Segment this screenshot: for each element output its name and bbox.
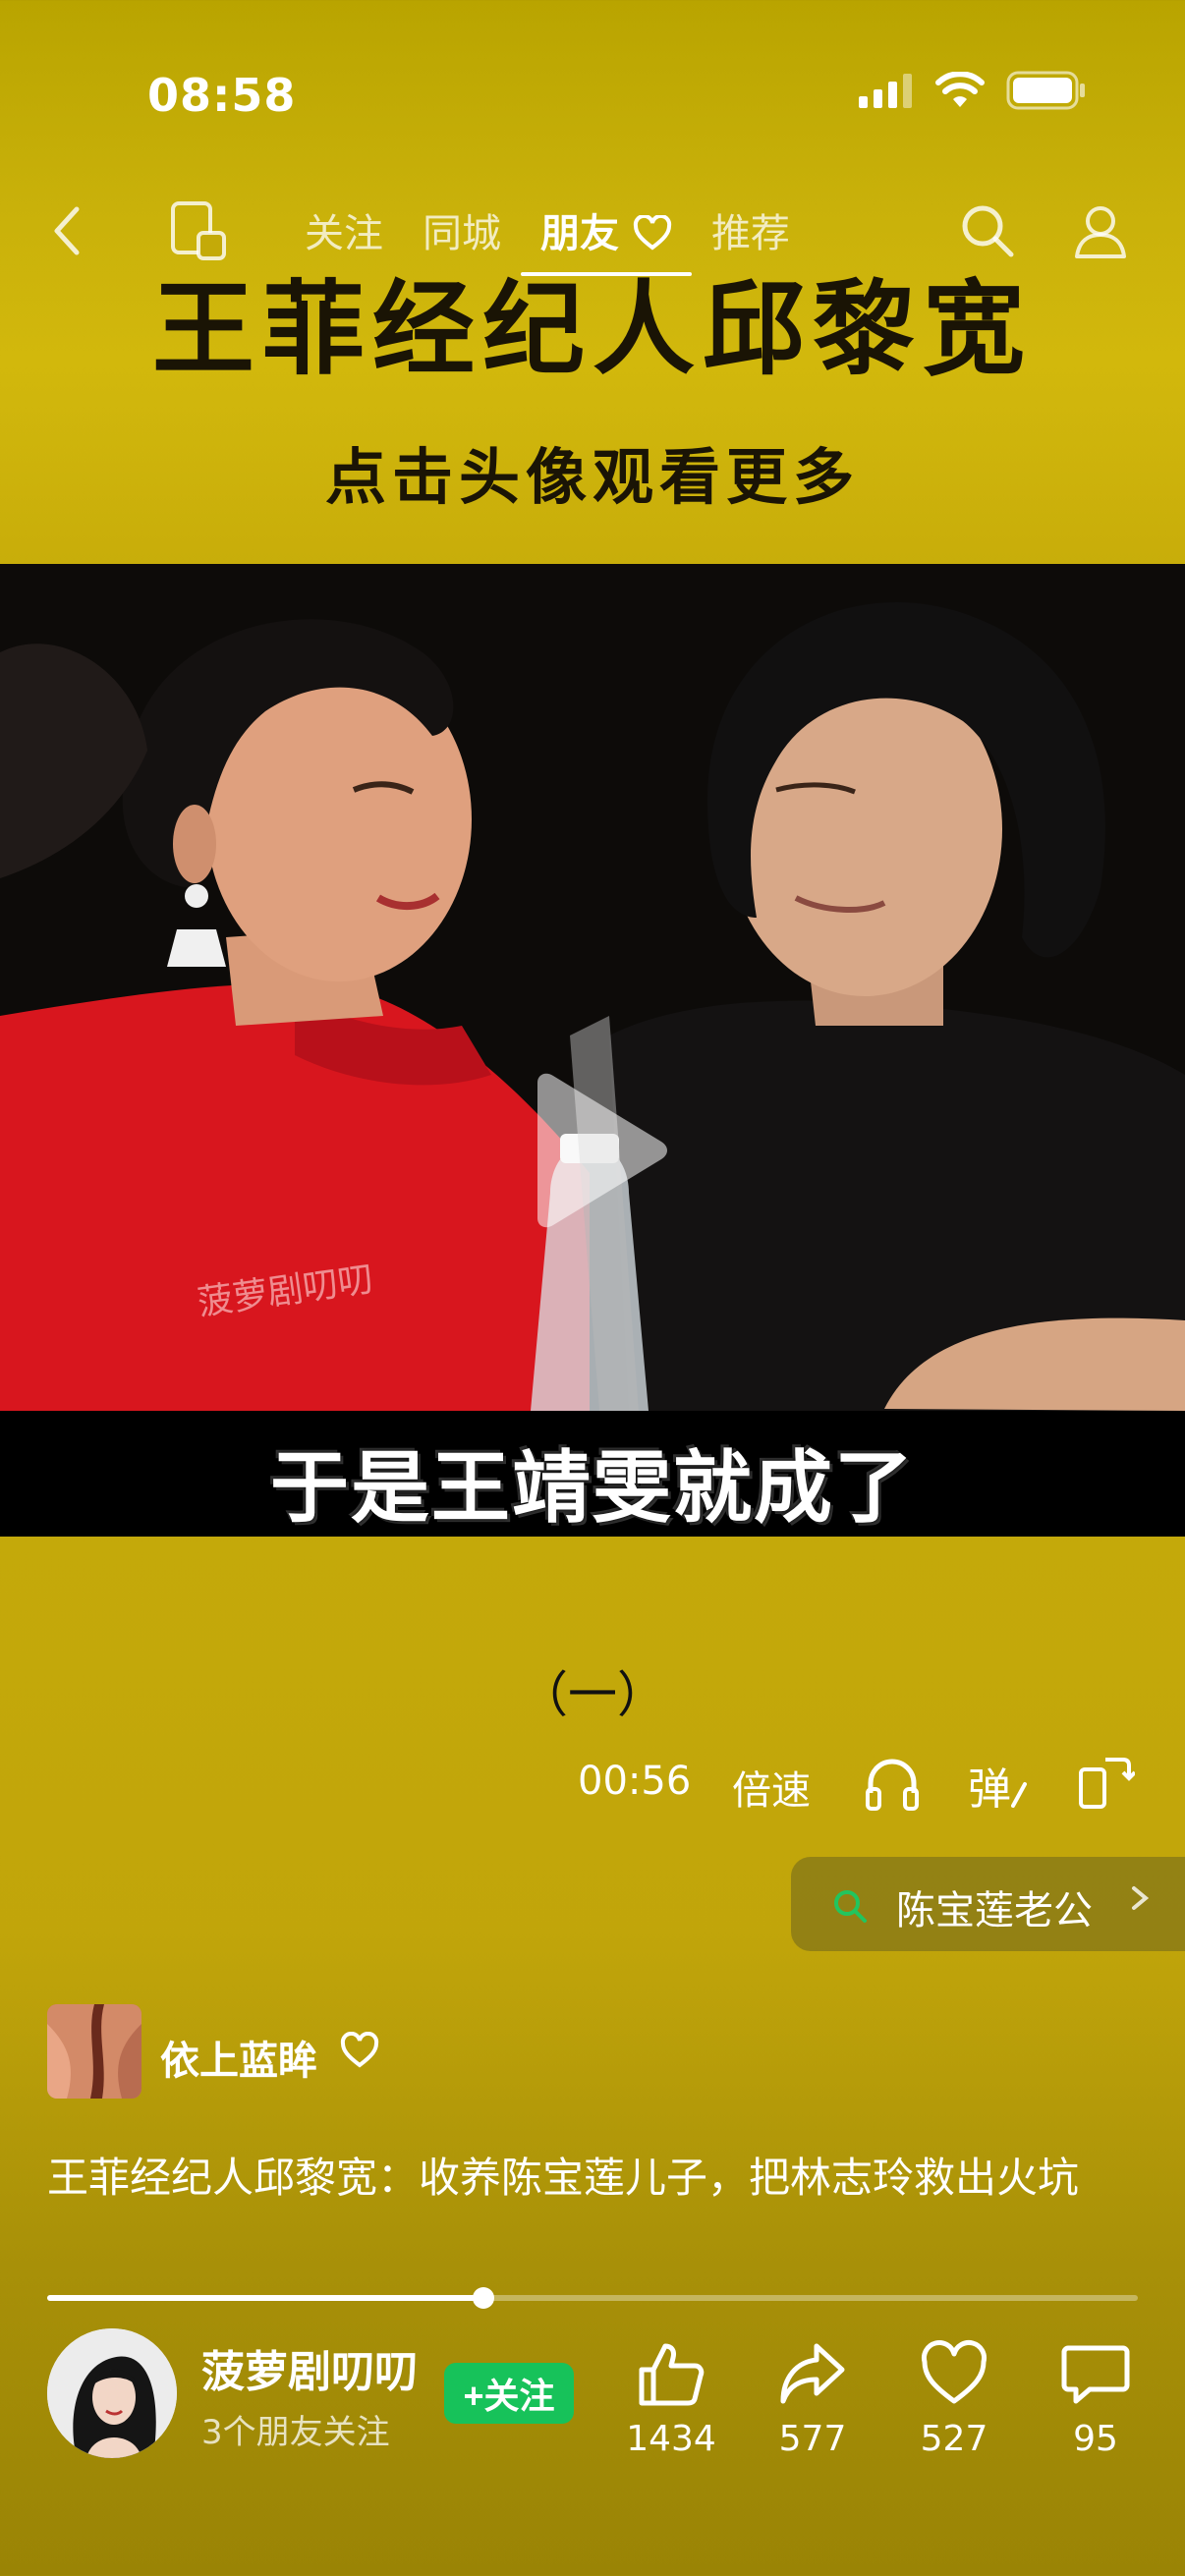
poster-avatar[interactable] <box>47 2328 177 2458</box>
author-thumbnail-image <box>47 2004 141 2099</box>
author-thumbnail[interactable] <box>47 2004 141 2099</box>
status-icons <box>859 71 1087 110</box>
poster-name[interactable]: 菠萝剧叨叨 <box>201 2336 418 2399</box>
play-button-icon[interactable] <box>526 1071 673 1228</box>
share-action[interactable]: 577 <box>759 2338 867 2459</box>
comment-bubble-icon <box>1061 2345 1130 2404</box>
share-arrow-icon <box>780 2343 845 2404</box>
progress-knob[interactable] <box>473 2287 494 2309</box>
progress-fill <box>47 2295 483 2301</box>
comment-action[interactable]: 95 <box>1042 2338 1150 2459</box>
danmu-slash-icon <box>1011 1782 1027 1808</box>
video-title-overlay: 王菲经纪人邱黎宽 <box>151 268 1033 389</box>
wifi-icon <box>935 72 985 107</box>
follow-button[interactable]: +关注 <box>444 2363 574 2424</box>
battery-icon <box>1006 71 1085 110</box>
favorite-action[interactable]: 527 <box>900 2338 1008 2459</box>
part-label: （一） <box>519 1666 666 1723</box>
like-count: 1434 <box>626 2419 716 2459</box>
like-action[interactable]: 1434 <box>617 2338 725 2459</box>
video-caption: 于是王靖雯就成了 <box>270 1442 915 1534</box>
heart-outline-icon <box>921 2340 988 2404</box>
video-description: 王菲经纪人邱黎宽：收养陈宝莲儿子，把林志玲救出火坑 <box>47 2154 1080 2202</box>
related-search-text: 陈宝莲老公 <box>896 1888 1093 1933</box>
video-photo-illustration <box>0 564 1185 1411</box>
share-count: 577 <box>778 2419 847 2459</box>
chevron-right-icon <box>1132 1886 1150 1910</box>
heart-outline-icon[interactable] <box>339 2032 380 2069</box>
poster-avatar-image <box>47 2328 177 2458</box>
favorite-count: 527 <box>920 2419 988 2459</box>
comment-count: 95 <box>1073 2419 1118 2459</box>
poster-friends-count: 3个朋友关注 <box>201 2413 390 2452</box>
danmu-label: 弹 <box>968 1764 1011 1815</box>
playback-time: 00:56 <box>578 1759 692 1804</box>
headphone-icon[interactable] <box>863 1754 922 1813</box>
speed-button[interactable]: 倍速 <box>732 1759 811 1816</box>
signal-icon <box>859 74 912 108</box>
status-time: 08:58 <box>147 69 297 122</box>
author-name[interactable]: 依上蓝眸 <box>160 2029 317 2086</box>
video-frame[interactable] <box>0 564 1185 1411</box>
video-subtitle-overlay: 点击头像观看更多 <box>324 441 860 513</box>
thumbs-up-icon <box>639 2343 705 2406</box>
danmu-button[interactable]: 弹 <box>968 1754 1027 1817</box>
search-icon <box>834 1890 867 1923</box>
rotate-screen-icon[interactable] <box>1076 1754 1135 1813</box>
